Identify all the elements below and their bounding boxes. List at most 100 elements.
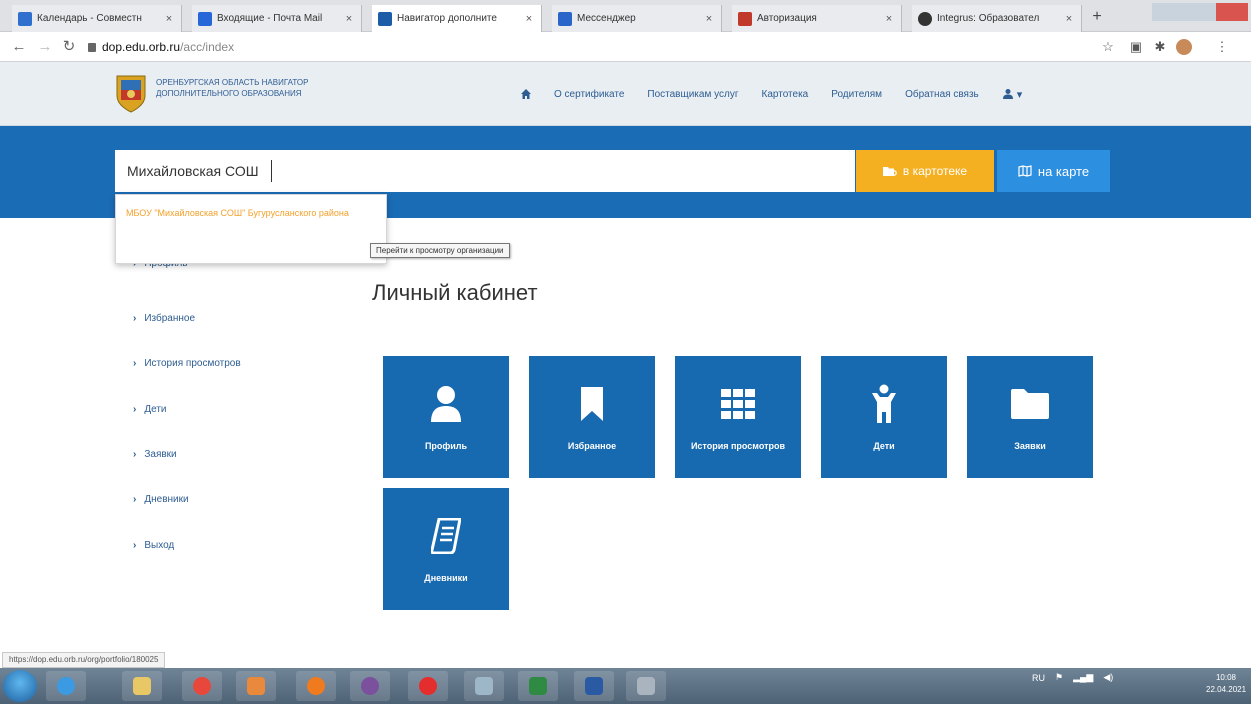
close-icon[interactable]: × <box>343 13 355 25</box>
bookmark-icon <box>581 387 603 421</box>
chevron-right-icon: › <box>133 358 137 369</box>
tile-history[interactable]: История просмотров <box>675 356 801 478</box>
nav-link-catalog[interactable]: Картотека <box>762 89 809 100</box>
new-tab-button[interactable]: + <box>1086 6 1108 28</box>
start-button[interactable] <box>3 670 37 702</box>
more-menu-icon[interactable]: ⋮ <box>1214 39 1230 55</box>
sidebar-item-applications[interactable]: › Заявки <box>133 449 177 460</box>
reload-icon[interactable]: ↻ <box>60 38 78 56</box>
taskbar-app-icon[interactable] <box>626 671 666 701</box>
tab-label: Навигатор дополните <box>397 13 497 24</box>
close-icon[interactable]: × <box>163 13 175 25</box>
search-on-map-button[interactable]: на карте <box>997 150 1110 192</box>
window-controls <box>1152 3 1248 21</box>
chevron-right-icon: › <box>133 494 137 505</box>
tile-label: История просмотров <box>690 441 786 451</box>
suggestion-item[interactable]: МБОУ "Михайловская СОШ" Бугурусланского … <box>126 208 381 218</box>
tile-profile[interactable]: Профиль <box>383 356 509 478</box>
flag-icon[interactable]: ⚑ <box>1055 672 1063 683</box>
star-icon[interactable]: ☆ <box>1100 39 1116 55</box>
tab-label: Integrus: Образовател <box>937 13 1040 24</box>
forward-arrow-icon[interactable]: → <box>36 38 54 56</box>
taskbar-excel-icon[interactable] <box>518 671 558 701</box>
language-indicator[interactable]: RU <box>1032 673 1045 683</box>
browser-tab[interactable]: Календарь - Совместн × <box>12 5 182 32</box>
browser-tab[interactable]: Мессенджер × <box>552 5 722 32</box>
avatar[interactable] <box>1176 39 1192 55</box>
lock-icon <box>88 43 96 52</box>
system-clock[interactable]: 10:08 22.04.2021 <box>1206 672 1246 696</box>
mail-icon <box>198 11 212 26</box>
integrus-icon <box>918 11 932 26</box>
back-arrow-icon[interactable]: ← <box>10 38 28 56</box>
browser-tab[interactable]: Авторизация × <box>732 5 902 32</box>
close-icon[interactable]: × <box>523 13 535 25</box>
site-header: ОРЕНБУРГСКАЯ ОБЛАСТЬ НАВИГАТОР ДОПОЛНИТЕ… <box>0 62 1251 126</box>
folder-search-icon <box>882 166 897 176</box>
sidebar-item-children[interactable]: › Дети <box>133 404 167 415</box>
address-bar: ← → ↻ dop.edu.orb.ru/acc/index ☆ ▣ ✱ ⋮ <box>0 32 1251 62</box>
tile-applications[interactable]: Заявки <box>967 356 1093 478</box>
tile-diaries[interactable]: Дневники <box>383 488 509 610</box>
nav-link-parents[interactable]: Родителям <box>831 89 882 100</box>
tile-favorites[interactable]: Избранное <box>529 356 655 478</box>
browser-tab-active[interactable]: Навигатор дополните × <box>372 5 542 32</box>
tile-children[interactable]: Дети <box>821 356 947 478</box>
login-icon <box>738 11 752 26</box>
sidebar-item-history[interactable]: › История просмотров <box>133 358 241 369</box>
map-button-label: на карте <box>1037 163 1090 179</box>
url-field[interactable]: dop.edu.orb.ru/acc/index <box>88 37 234 57</box>
taskbar-yandex-icon[interactable] <box>408 671 448 701</box>
taskbar-app-icon[interactable] <box>464 671 504 701</box>
taskbar-ie-icon[interactable] <box>46 671 86 701</box>
taskbar-chrome-icon[interactable] <box>182 671 222 701</box>
taskbar-app-icon[interactable] <box>236 671 276 701</box>
taskbar-explorer-icon[interactable] <box>122 671 162 701</box>
sidebar-item-label: Дневники <box>144 494 189 505</box>
messenger-icon <box>558 11 572 26</box>
link-status-bar: https://dop.edu.orb.ru/org/portfolio/180… <box>2 652 166 668</box>
tab-label: Мессенджер <box>577 13 636 24</box>
child-icon <box>872 384 896 423</box>
puzzle-icon[interactable]: ✱ <box>1152 39 1168 55</box>
search-input[interactable] <box>115 150 855 192</box>
sidebar: › Профиль › Избранное › История просмотр… <box>115 218 345 572</box>
maximize-button[interactable] <box>1184 3 1216 21</box>
taskbar-firefox-icon[interactable] <box>296 671 336 701</box>
close-icon[interactable]: × <box>703 13 715 25</box>
tab-label: Авторизация <box>757 13 817 24</box>
user-menu[interactable]: ▾ <box>1002 88 1023 101</box>
nav-link-certificate[interactable]: О сертификате <box>554 89 624 100</box>
site-nav: О сертификате Поставщикам услуг Картотек… <box>520 84 1022 104</box>
folder-icon <box>1011 389 1049 419</box>
tab-label: Календарь - Совместн <box>37 13 142 24</box>
nav-link-providers[interactable]: Поставщикам услуг <box>647 89 738 100</box>
url-host: dop.edu.orb.ru <box>102 40 181 54</box>
chevron-right-icon: › <box>133 540 137 551</box>
volume-icon[interactable]: ◀) <box>1103 672 1113 683</box>
grid-icon <box>721 389 755 419</box>
chevron-right-icon: › <box>133 449 137 460</box>
taskbar-viber-icon[interactable] <box>350 671 390 701</box>
close-window-button[interactable] <box>1216 3 1248 21</box>
clock-date: 22.04.2021 <box>1206 685 1247 694</box>
minimize-button[interactable] <box>1152 3 1184 21</box>
home-icon[interactable] <box>520 88 532 100</box>
coat-of-arms-logo[interactable] <box>115 74 147 114</box>
nav-link-feedback[interactable]: Обратная связь <box>905 89 979 100</box>
browser-tab[interactable]: Входящие - Почта Mail × <box>192 5 362 32</box>
system-tray: RU ⚑ ▂▄▆ ◀) <box>1032 672 1113 683</box>
chevron-down-icon: ▾ <box>1016 88 1023 101</box>
close-icon[interactable]: × <box>883 13 895 25</box>
search-suggestions: МБОУ "Михайловская СОШ" Бугурусланского … <box>115 194 387 264</box>
sidebar-item-favorites[interactable]: › Избранное <box>133 313 195 324</box>
network-icon[interactable]: ▂▄▆ <box>1073 672 1093 683</box>
taskbar-word-icon[interactable] <box>574 671 614 701</box>
sidebar-item-diaries[interactable]: › Дневники <box>133 494 189 505</box>
sidebar-item-logout[interactable]: › Выход <box>133 540 174 551</box>
extension-icon[interactable]: ▣ <box>1128 39 1144 55</box>
browser-tab[interactable]: Integrus: Образовател × <box>912 5 1082 32</box>
site-logo-text[interactable]: ОРЕНБУРГСКАЯ ОБЛАСТЬ НАВИГАТОР ДОПОЛНИТЕ… <box>156 77 326 99</box>
search-in-catalog-button[interactable]: в картотеке <box>856 150 994 192</box>
close-icon[interactable]: × <box>1063 13 1075 25</box>
